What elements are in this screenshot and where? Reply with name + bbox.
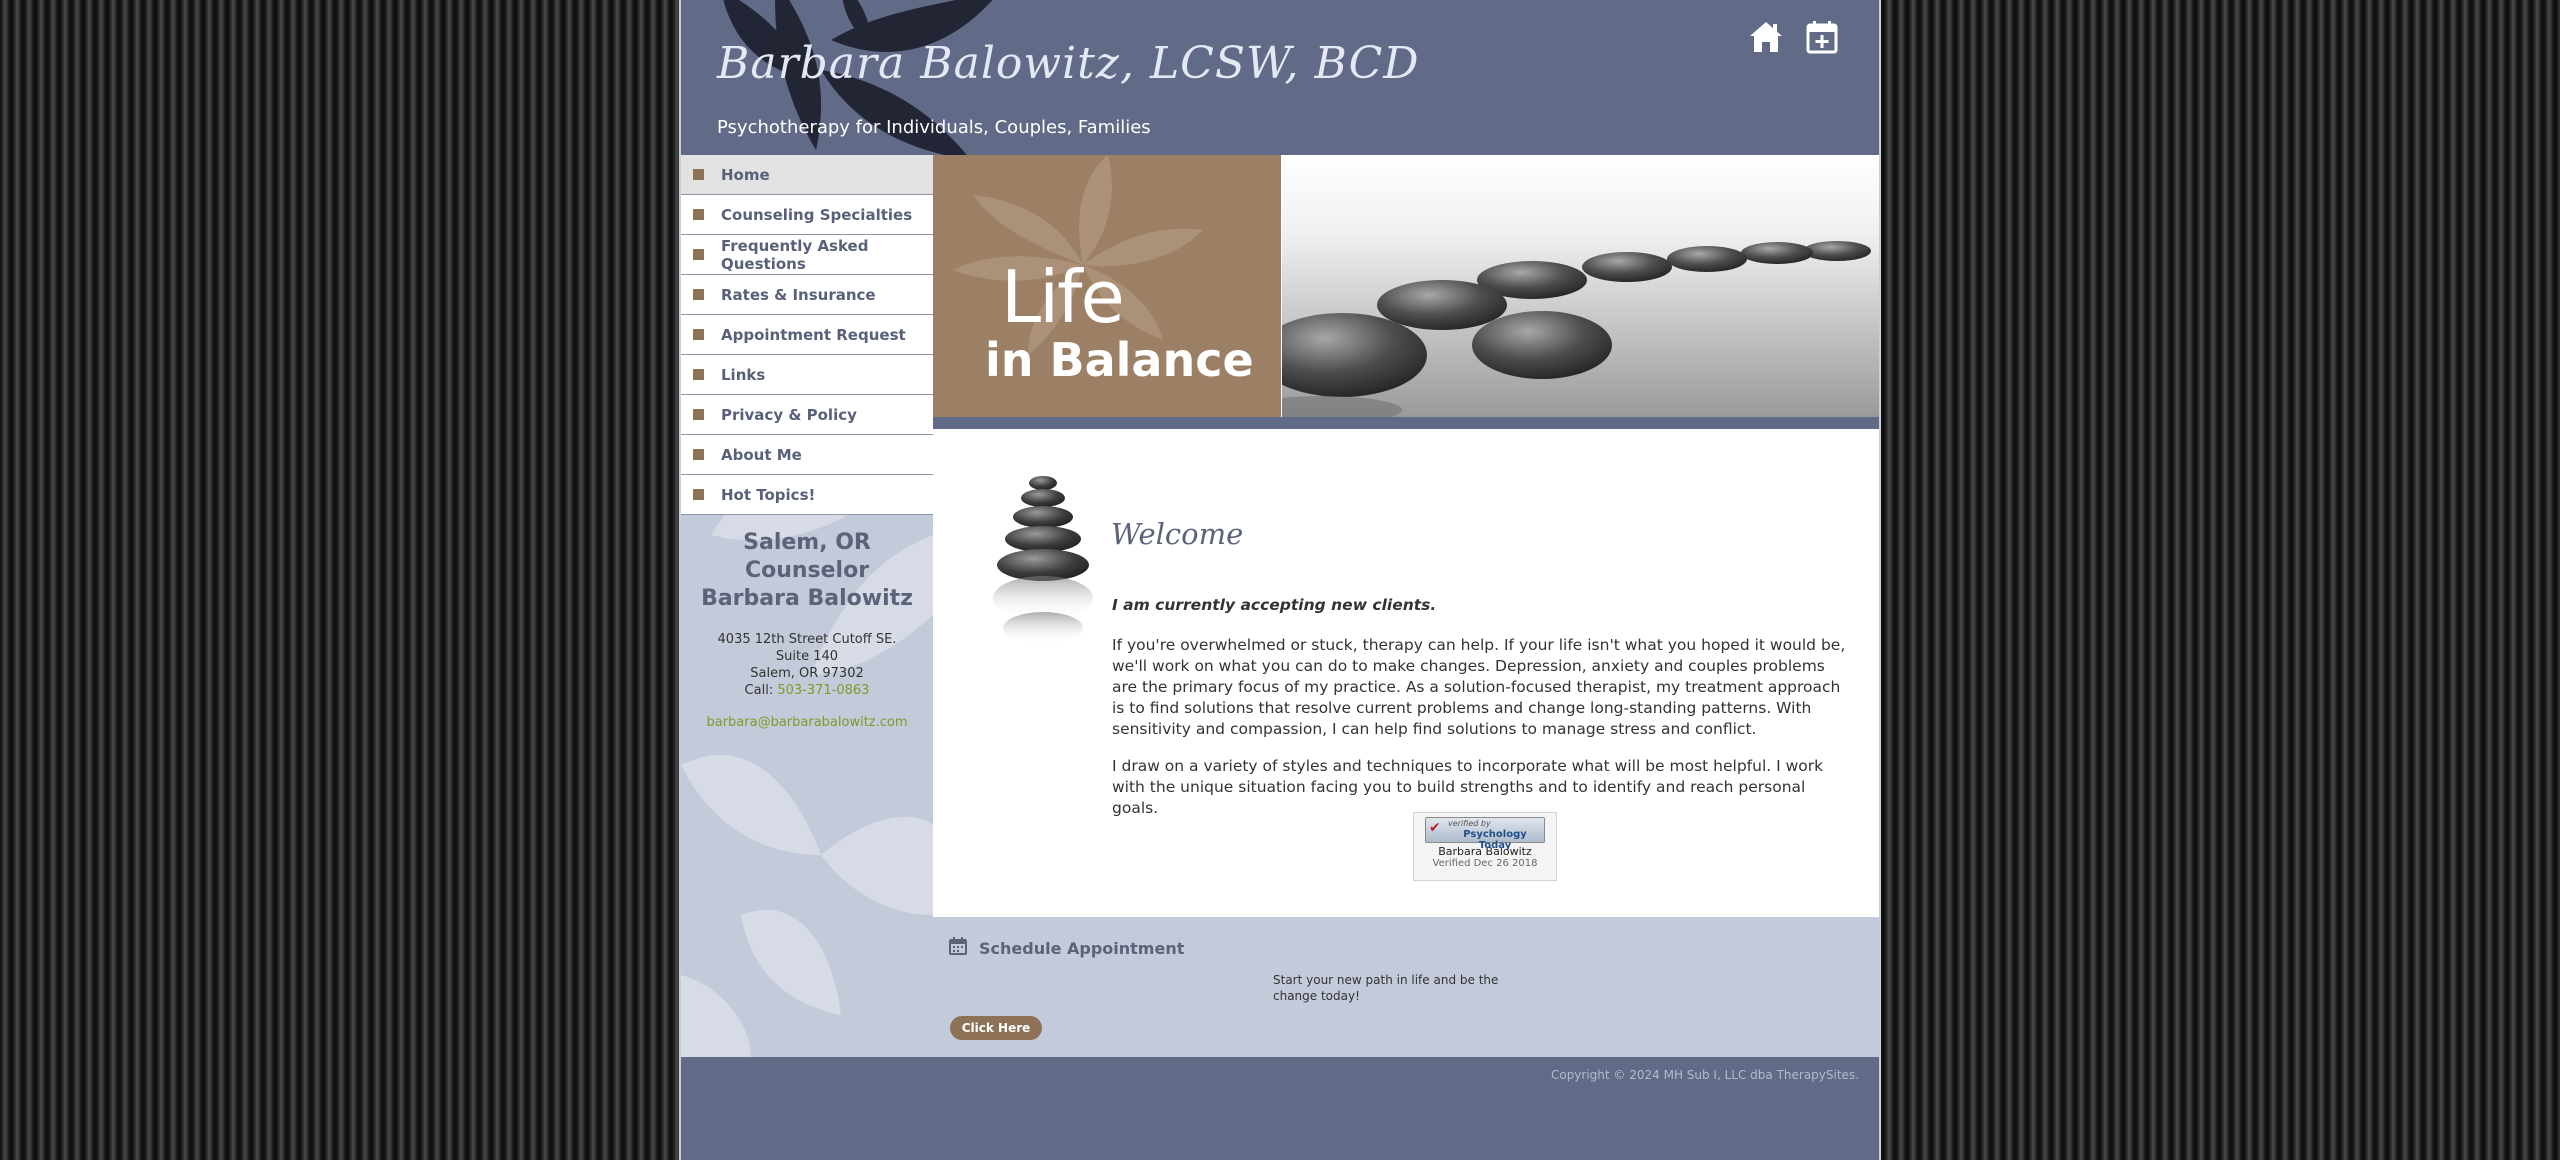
- phone-line: Call: 503-371-0863: [681, 682, 933, 699]
- nav-item-privacy-policy[interactable]: Privacy & Policy: [681, 395, 933, 435]
- stacked-stones-image: [993, 476, 1093, 644]
- nav-label: About Me: [721, 445, 802, 464]
- main-content: Welcome I am currently accepting new cli…: [933, 429, 1879, 917]
- nav-item-links[interactable]: Links: [681, 355, 933, 395]
- nav-item-faq[interactable]: Frequently Asked Questions: [681, 235, 933, 275]
- site-subtitle: Psychotherapy for Individuals, Couples, …: [717, 117, 1151, 138]
- site-title: Barbara Balowitz, LCSW, BCD: [717, 38, 1420, 89]
- approach-paragraph: I draw on a variety of styles and techni…: [1112, 757, 1824, 817]
- address-line-3: Salem, OR 97302: [750, 666, 864, 681]
- nav-item-home[interactable]: Home: [681, 155, 933, 195]
- schedule-appointment-section: Schedule Appointment Start your new path…: [933, 917, 1879, 1057]
- stepping-stones-photo: [1282, 155, 1879, 417]
- nav-item-appointment-request[interactable]: Appointment Request: [681, 315, 933, 355]
- banner-divider: [933, 417, 1879, 429]
- address-line-2: Suite 140: [775, 649, 839, 664]
- psychology-today-logo: ✔ verified by Psychology Today: [1425, 817, 1545, 851]
- nav-label: Frequently Asked Questions: [721, 236, 869, 273]
- accepting-clients-text: I am currently accepting new clients.: [1112, 596, 1437, 614]
- site-header: Barbara Balowitz, LCSW, BCD Psychotherap…: [681, 0, 1879, 155]
- phone-link[interactable]: 503-371-0863: [777, 683, 869, 698]
- schedule-text: Start your new path in life and be the c…: [1273, 973, 1499, 1003]
- nav-label: Counseling Specialties: [721, 205, 913, 224]
- calendar-icon: [949, 937, 967, 955]
- banner-line-1: Life: [1001, 255, 1125, 339]
- nav-bullet: [693, 209, 704, 220]
- nav-bullet: [693, 369, 704, 380]
- nav-bullet: [693, 409, 704, 420]
- nav-bullet: [693, 329, 704, 340]
- click-here-button[interactable]: Click Here: [950, 1016, 1042, 1040]
- checkmark-icon: ✔: [1429, 820, 1441, 836]
- banner-tagline-panel: Life in Balance: [933, 155, 1281, 417]
- address-line-1: 4035 12th Street Cutoff SE.: [717, 632, 897, 647]
- banner-line-2: in Balance: [985, 333, 1254, 387]
- call-label: Call:: [744, 683, 774, 698]
- nav-item-rates-insurance[interactable]: Rates & Insurance: [681, 275, 933, 315]
- welcome-title: Welcome: [1111, 517, 1244, 551]
- nav-label: Hot Topics!: [721, 485, 816, 504]
- nav-label: Rates & Insurance: [721, 285, 876, 304]
- page-container: Barbara Balowitz, LCSW, BCD Psychotherap…: [679, 0, 1881, 1160]
- nav-item-counseling-specialties[interactable]: Counseling Specialties: [681, 195, 933, 235]
- nav-label: Home: [721, 165, 770, 184]
- home-icon[interactable]: [1747, 18, 1785, 56]
- badge-brand: Psychology Today: [1463, 829, 1527, 851]
- contact-info: Salem, OR Counselor Barbara Balowitz 403…: [681, 515, 933, 730]
- psychology-today-badge[interactable]: ✔ verified by Psychology Today Barbara B…: [1413, 812, 1557, 881]
- nav-bullet: [693, 489, 704, 500]
- schedule-title: Schedule Appointment: [979, 939, 1185, 958]
- badge-verified-label: verified by: [1448, 819, 1491, 828]
- intro-paragraph: If you're overwhelmed or stuck, therapy …: [1112, 636, 1846, 738]
- nav-label: Appointment Request: [721, 325, 906, 344]
- nav-label: Links: [721, 365, 766, 384]
- nav-label: Privacy & Policy: [721, 405, 857, 424]
- nav-bullet: [693, 449, 704, 460]
- nav-bullet: [693, 249, 704, 260]
- nav-bullet: [693, 169, 704, 180]
- address-block: 4035 12th Street Cutoff SE. Suite 140 Sa…: [681, 631, 933, 699]
- main-nav: Home Counseling Specialties Frequently A…: [681, 155, 933, 515]
- badge-date: Verified Dec 26 2018: [1432, 858, 1538, 869]
- calendar-add-icon[interactable]: [1803, 18, 1841, 56]
- nav-item-about-me[interactable]: About Me: [681, 435, 933, 475]
- email-link[interactable]: barbara@barbarabalowitz.com: [681, 715, 933, 730]
- nav-bullet: [693, 289, 704, 300]
- sidebar-heading-1: Salem, OR Counselor: [743, 530, 871, 583]
- copyright-text: Copyright © 2024 MH Sub I, LLC dba Thera…: [1550, 1068, 1859, 1082]
- hero-banner: Life in Balance: [933, 155, 1879, 417]
- welcome-text: I am currently accepting new clients. If…: [1112, 595, 1852, 835]
- nav-item-hot-topics[interactable]: Hot Topics!: [681, 475, 933, 515]
- sidebar-heading-2: Barbara Balowitz: [701, 586, 913, 611]
- sidebar: Home Counseling Specialties Frequently A…: [681, 155, 933, 1057]
